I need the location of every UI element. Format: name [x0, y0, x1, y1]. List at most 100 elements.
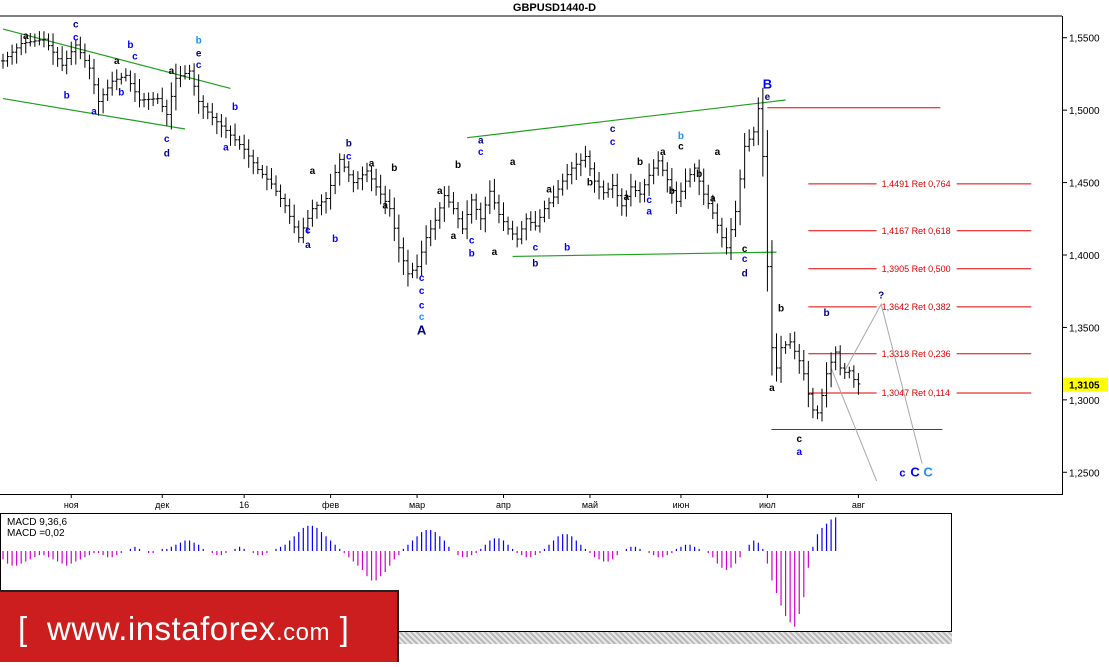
price-tick-label: 1,5000: [1069, 106, 1100, 117]
wave-label: a: [646, 206, 652, 217]
wave-label: b: [455, 160, 461, 171]
wave-label: b: [637, 157, 643, 168]
wave-label: a: [305, 240, 311, 251]
scrollbar-strip[interactable]: [399, 632, 952, 644]
wave-label: c: [73, 33, 79, 44]
wave-label: b: [196, 36, 202, 47]
wave-label: d: [742, 269, 748, 280]
wave-label: a: [660, 147, 666, 158]
wave-label: a: [478, 135, 484, 146]
macd-value: MACD =0,02: [7, 528, 65, 539]
wave-label: a: [437, 186, 443, 197]
wave-label: c: [646, 195, 652, 206]
wave-label: b: [587, 177, 593, 188]
wave-label: a: [796, 447, 802, 458]
price-tick-label: 1,2500: [1069, 468, 1100, 479]
time-tick-label: ноя: [64, 500, 79, 510]
time-tick-label: апр: [496, 500, 511, 510]
time-tick-label: май: [582, 500, 598, 510]
price-tick-label: 1,4000: [1069, 251, 1100, 262]
fib-label: 1,3047 Ret 0,114: [882, 388, 950, 398]
wave-label: c: [742, 244, 748, 255]
wave-label: a: [492, 247, 498, 258]
wave-label: c: [610, 124, 616, 135]
time-tick-label: июн: [673, 500, 690, 510]
wave-label: a: [114, 56, 120, 67]
wave-label: A: [417, 323, 427, 338]
wave-label: c: [419, 301, 425, 312]
wave-label: c: [469, 235, 475, 246]
wave-label: c: [196, 60, 202, 71]
wave-label: e: [765, 92, 771, 103]
macd-name: MACD 9,36,6: [7, 517, 68, 528]
fib-label: 1,3642 Ret 0,382: [882, 302, 951, 312]
instaforex-banner[interactable]: [ www.instaforex.com ]: [0, 590, 399, 662]
banner-open-bracket: [: [18, 610, 28, 647]
wave-label: c: [419, 273, 425, 284]
wave-label: a: [369, 159, 375, 170]
wave-label: c: [132, 51, 138, 62]
wave-label: c: [305, 225, 311, 236]
wave-label: a: [310, 166, 316, 177]
wave-label: c: [419, 286, 425, 297]
time-tick-label: 16: [239, 500, 249, 510]
wave-label: c: [533, 243, 539, 254]
banner-close-bracket: ]: [339, 610, 350, 647]
wave-label: b: [232, 102, 238, 113]
wave-label: e: [196, 49, 202, 60]
wave-label: b: [332, 234, 338, 245]
wave-label: b: [669, 186, 675, 197]
projection-final-label: c: [899, 468, 905, 480]
chart-window: 1,4491 Ret 0,764 1,4167 Ret 0,618 1,3905 R…: [0, 0, 1109, 662]
wave-label: c: [610, 137, 616, 148]
wave-label: a: [769, 383, 775, 394]
wave-label: b: [391, 163, 397, 174]
wave-label: a: [91, 106, 97, 117]
wave-label: b: [118, 88, 124, 99]
time-tick-label: июл: [759, 500, 776, 510]
wave-label: b: [778, 303, 784, 314]
wave-label: a: [710, 193, 716, 204]
wave-label: b: [346, 138, 352, 149]
fib-label: 1,4491 Ret 0,764: [882, 179, 951, 189]
wave-label: b: [823, 308, 829, 319]
wave-label: c: [346, 151, 352, 162]
wave-label: c: [164, 134, 170, 145]
banner-site: www.instaforex: [47, 610, 276, 647]
wave-label: c: [478, 147, 484, 158]
wave-label: a: [451, 231, 457, 242]
wave-label: c: [796, 434, 802, 445]
wave-label: b: [564, 243, 570, 254]
wave-label: a: [510, 157, 516, 168]
wave-label: a: [169, 66, 175, 77]
wave-label: b: [696, 169, 702, 180]
wave-label: b: [127, 40, 133, 51]
wave-label: b: [532, 259, 538, 270]
chart-title: GBPUSD1440-D: [512, 2, 597, 14]
wave-label: a: [382, 201, 388, 212]
time-tick-label: мар: [409, 500, 425, 510]
wave-label: ?: [878, 290, 884, 301]
wave-label: d: [164, 149, 170, 160]
wave-label: a: [546, 185, 552, 196]
fib-label: 1,3905 Ret 0,500: [882, 264, 951, 274]
wave-label: a: [23, 31, 29, 42]
fib-label: 1,3318 Ret 0,236: [882, 349, 951, 359]
wave-label: a: [624, 192, 630, 203]
wave-label: c: [73, 20, 79, 31]
banner-tld: .com: [275, 619, 330, 646]
wave-label: b: [469, 248, 475, 259]
wave-label: a: [715, 147, 721, 158]
projection-final-label: C: [923, 465, 933, 480]
fib-label: 1,4167 Ret 0,618: [882, 226, 951, 236]
macd-legend: MACD 9,36,6 MACD =0,02: [7, 517, 67, 539]
projection-final-label: C: [910, 465, 920, 480]
wave-label: c: [419, 312, 425, 323]
current-price-label: 1,3105: [1069, 381, 1100, 392]
wave-label: B: [763, 76, 772, 91]
banner-text[interactable]: [ www.instaforex.com ]: [18, 610, 349, 648]
price-tick-label: 1,3000: [1069, 396, 1100, 407]
time-tick-label: авг: [852, 500, 866, 510]
price-tick-label: 1,5500: [1069, 34, 1100, 45]
price-tick-label: 1,4500: [1069, 179, 1100, 190]
